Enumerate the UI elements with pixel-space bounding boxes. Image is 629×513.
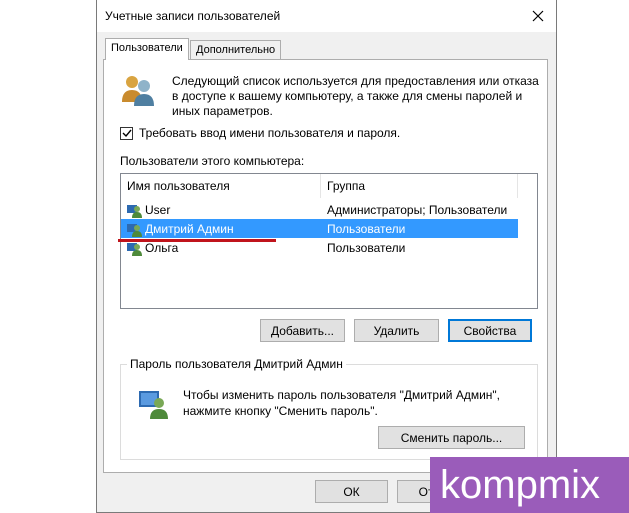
row-group: Пользователи — [327, 222, 406, 236]
row-group: Администраторы; Пользователи — [327, 203, 508, 217]
table-row[interactable]: User Администраторы; Пользователи — [121, 200, 518, 219]
require-login-row: Требовать ввод имени пользователя и паро… — [120, 126, 400, 140]
table-row-selected[interactable]: Дмитрий Админ Пользователи — [121, 219, 518, 238]
user-icon — [127, 243, 142, 256]
watermark-text: kompmix — [440, 463, 601, 507]
users-tab-panel: Следующий список используется для предос… — [103, 59, 548, 473]
user-icon — [127, 224, 142, 237]
ok-button[interactable]: ОК — [315, 480, 388, 503]
user-icon — [127, 205, 142, 218]
close-button[interactable] — [526, 4, 550, 28]
user-accounts-dialog: Учетные записи пользователей Пользовател… — [96, 0, 557, 513]
require-login-label: Требовать ввод имени пользователя и паро… — [139, 126, 401, 140]
highlight-underline — [118, 239, 276, 242]
window-title: Учетные записи пользователей — [105, 9, 281, 23]
column-header-username[interactable]: Имя пользователя — [121, 174, 321, 198]
close-icon — [532, 10, 544, 22]
users-icon — [122, 76, 154, 106]
password-groupbox: Пароль пользователя Дмитрий Админ Чтобы … — [120, 357, 538, 460]
require-login-checkbox[interactable] — [120, 126, 133, 140]
row-username: Ольга — [145, 241, 179, 255]
tab-users[interactable]: Пользователи — [105, 38, 189, 60]
listview-header: Имя пользователя Группа — [121, 174, 537, 198]
password-group-title: Пароль пользователя Дмитрий Админ — [127, 357, 346, 371]
row-username: Дмитрий Админ — [145, 222, 234, 236]
row-group: Пользователи — [327, 241, 406, 255]
users-list-label: Пользователи этого компьютера: — [120, 154, 305, 168]
description-text: Следующий список используется для предос… — [172, 74, 539, 118]
checkmark-icon — [122, 129, 132, 138]
watermark-logo: kompmix — [430, 457, 629, 513]
properties-button[interactable]: Свойства — [448, 319, 532, 342]
tab-advanced[interactable]: Дополнительно — [190, 40, 282, 60]
password-instructions: Чтобы изменить пароль пользователя "Дмит… — [183, 388, 501, 418]
title-bar: Учетные записи пользователей — [97, 0, 556, 32]
add-user-button[interactable]: Добавить... — [260, 319, 345, 342]
row-username: User — [145, 203, 171, 217]
column-header-group[interactable]: Группа — [321, 174, 518, 198]
change-password-button[interactable]: Сменить пароль... — [378, 426, 525, 449]
remove-user-button[interactable]: Удалить — [354, 319, 439, 342]
user-password-icon — [139, 391, 168, 419]
